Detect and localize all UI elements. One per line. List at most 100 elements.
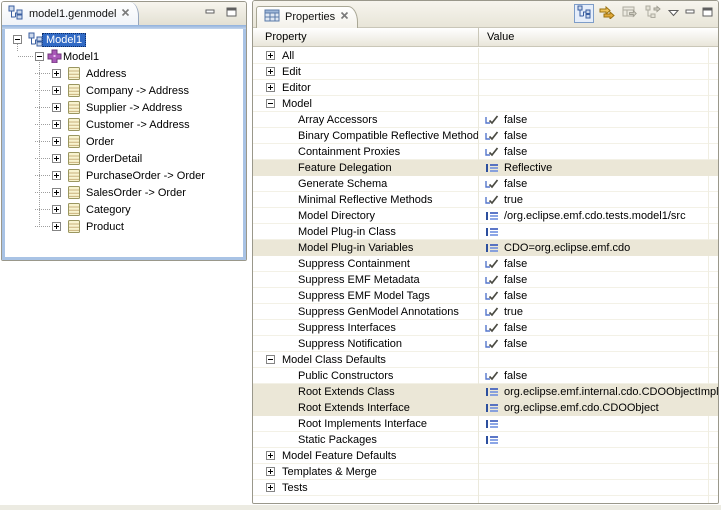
expand-toggle[interactable]: [52, 205, 61, 214]
property-row[interactable]: Suppress EMF Metadatafalse: [253, 272, 718, 288]
property-row[interactable]: Root Implements Interface: [253, 416, 718, 432]
property-row[interactable]: Suppress Notificationfalse: [253, 336, 718, 352]
property-value-cell[interactable]: [478, 48, 718, 64]
property-value-cell[interactable]: [478, 96, 718, 112]
property-row[interactable]: Generate Schemafalse: [253, 176, 718, 192]
column-header-property[interactable]: Property: [253, 28, 478, 46]
view-menu-button[interactable]: [666, 4, 680, 23]
property-value-cell[interactable]: org.eclipse.emf.internal.cdo.CDOObjectIm…: [478, 384, 718, 400]
minimize-button[interactable]: [683, 4, 697, 23]
collapse-toggle[interactable]: [266, 99, 275, 108]
property-row[interactable]: Feature DelegationReflective: [253, 160, 718, 176]
show-advanced-properties-button[interactable]: [597, 4, 617, 23]
property-value-cell[interactable]: true: [478, 192, 718, 208]
property-row[interactable]: Containment Proxiesfalse: [253, 144, 718, 160]
expand-toggle[interactable]: [266, 51, 275, 60]
property-value-cell[interactable]: Reflective: [478, 160, 718, 176]
tab-model1-genmodel[interactable]: model1.genmodel: [2, 2, 139, 25]
property-value-cell[interactable]: [478, 480, 718, 496]
category-row[interactable]: Edit: [253, 64, 718, 80]
property-value-cell[interactable]: [478, 64, 718, 80]
show-categories-button[interactable]: [574, 4, 594, 23]
expand-toggle[interactable]: [52, 188, 61, 197]
property-row[interactable]: Suppress EMF Model Tagsfalse: [253, 288, 718, 304]
property-value-cell[interactable]: false: [478, 288, 718, 304]
tree-item-model1[interactable]: Model1: [5, 31, 243, 48]
expand-toggle[interactable]: [52, 154, 61, 163]
tree-item-orderdetail[interactable]: OrderDetail: [5, 150, 243, 167]
property-value-cell[interactable]: false: [478, 256, 718, 272]
expand-toggle[interactable]: [52, 120, 61, 129]
property-row[interactable]: Root Extends Classorg.eclipse.emf.intern…: [253, 384, 718, 400]
tree-item-model1[interactable]: Model1: [5, 48, 243, 65]
expand-toggle[interactable]: [52, 171, 61, 180]
property-row[interactable]: Public Constructorsfalse: [253, 368, 718, 384]
expand-toggle[interactable]: [52, 137, 61, 146]
tree-item-customer-address[interactable]: Customer -> Address: [5, 116, 243, 133]
close-icon[interactable]: [340, 11, 349, 23]
property-row[interactable]: Suppress GenModel Annotationstrue: [253, 304, 718, 320]
collapse-toggle[interactable]: [13, 35, 22, 44]
property-value-cell[interactable]: false: [478, 336, 718, 352]
property-value-cell[interactable]: [478, 432, 718, 448]
tree-item-address[interactable]: Address: [5, 65, 243, 82]
property-row[interactable]: Model Plug-in Class: [253, 224, 718, 240]
property-value-cell[interactable]: [478, 80, 718, 96]
expand-toggle[interactable]: [266, 483, 275, 492]
expand-toggle[interactable]: [266, 67, 275, 76]
property-value-cell[interactable]: false: [478, 128, 718, 144]
category-row[interactable]: Editor: [253, 80, 718, 96]
expand-toggle[interactable]: [52, 69, 61, 78]
tree-item-order[interactable]: Order: [5, 133, 243, 150]
property-value-cell[interactable]: [478, 448, 718, 464]
minimize-button[interactable]: [204, 6, 217, 18]
property-value-cell[interactable]: CDO=org.eclipse.emf.cdo: [478, 240, 718, 256]
close-icon[interactable]: [121, 8, 130, 20]
expand-toggle[interactable]: [52, 222, 61, 231]
property-row[interactable]: Root Extends Interfaceorg.eclipse.emf.cd…: [253, 400, 718, 416]
property-value-cell[interactable]: [478, 224, 718, 240]
column-header-value[interactable]: Value: [478, 28, 718, 46]
tree-item-supplier-address[interactable]: Supplier -> Address: [5, 99, 243, 116]
expand-toggle[interactable]: [52, 86, 61, 95]
tab-properties[interactable]: Properties: [256, 6, 358, 28]
category-row[interactable]: Model Class Defaults: [253, 352, 718, 368]
category-row[interactable]: Templates & Merge: [253, 464, 718, 480]
property-value-cell[interactable]: false: [478, 320, 718, 336]
tree-item-product[interactable]: Product: [5, 218, 243, 235]
expand-toggle[interactable]: [266, 83, 275, 92]
property-value-cell[interactable]: /org.eclipse.emf.cdo.tests.model1/src: [478, 208, 718, 224]
property-row[interactable]: Array Accessorsfalse: [253, 112, 718, 128]
collapse-toggle[interactable]: [266, 355, 275, 364]
maximize-button[interactable]: [700, 4, 714, 23]
property-value-cell[interactable]: [478, 416, 718, 432]
tree-item-category[interactable]: Category: [5, 201, 243, 218]
property-row[interactable]: Suppress Containmentfalse: [253, 256, 718, 272]
property-value-cell[interactable]: false: [478, 112, 718, 128]
property-value-cell[interactable]: false: [478, 144, 718, 160]
property-value-cell[interactable]: org.eclipse.emf.cdo.CDOObject: [478, 400, 718, 416]
tree-item-salesorder-order[interactable]: SalesOrder -> Order: [5, 184, 243, 201]
property-row[interactable]: Suppress Interfacesfalse: [253, 320, 718, 336]
category-row[interactable]: Model Feature Defaults: [253, 448, 718, 464]
collapse-toggle[interactable]: [35, 52, 44, 61]
property-value-cell[interactable]: false: [478, 272, 718, 288]
property-value-cell[interactable]: false: [478, 368, 718, 384]
tree-item-company-address[interactable]: Company -> Address: [5, 82, 243, 99]
category-row[interactable]: Tests: [253, 480, 718, 496]
maximize-button[interactable]: [225, 6, 238, 18]
property-value-cell[interactable]: [478, 464, 718, 480]
tree-item-purchaseorder-order[interactable]: PurchaseOrder -> Order: [5, 167, 243, 184]
property-row[interactable]: Model Directory/org.eclipse.emf.cdo.test…: [253, 208, 718, 224]
property-row[interactable]: Minimal Reflective Methodstrue: [253, 192, 718, 208]
property-value-cell[interactable]: false: [478, 176, 718, 192]
property-row[interactable]: Static Packages: [253, 432, 718, 448]
category-row[interactable]: Model: [253, 96, 718, 112]
property-row[interactable]: Model Plug-in VariablesCDO=org.eclipse.e…: [253, 240, 718, 256]
expand-toggle[interactable]: [266, 451, 275, 460]
expand-toggle[interactable]: [52, 103, 61, 112]
property-row[interactable]: Binary Compatible Reflective Methodsfals…: [253, 128, 718, 144]
property-value-cell[interactable]: true: [478, 304, 718, 320]
property-value-cell[interactable]: [478, 352, 718, 368]
category-row[interactable]: All: [253, 48, 718, 64]
